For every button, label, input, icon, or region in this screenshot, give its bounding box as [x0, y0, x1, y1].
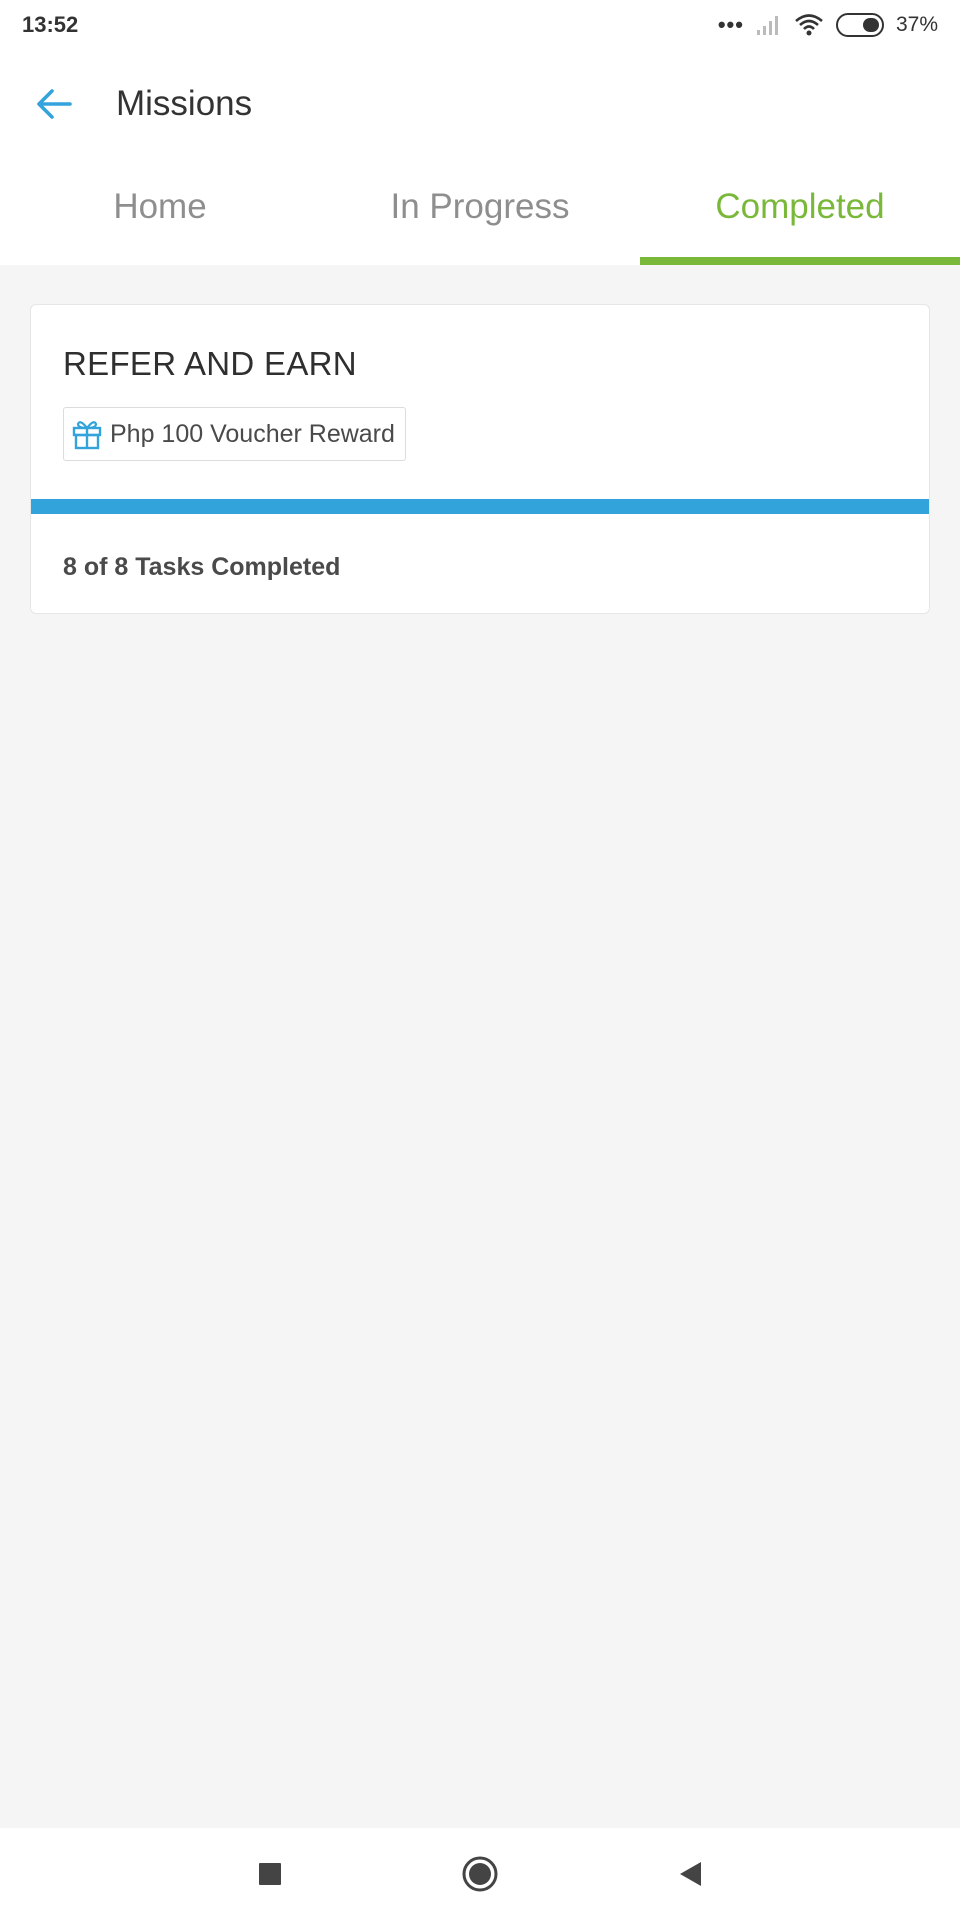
home-button[interactable] — [460, 1854, 500, 1894]
app-bar: Missions — [0, 50, 960, 158]
mission-title: REFER AND EARN — [63, 345, 357, 382]
battery-icon — [835, 13, 884, 37]
tasks-status: 8 of 8 Tasks Completed — [63, 553, 341, 581]
battery-percent: 37% — [895, 13, 938, 36]
tab-in-progress[interactable]: In Progress — [320, 158, 640, 265]
mission-tabs: Home In Progress Completed — [0, 158, 960, 265]
tab-home[interactable]: Home — [0, 158, 320, 265]
progress-fill — [31, 499, 929, 514]
notification-dots-icon: ••• — [717, 12, 744, 37]
circle-icon — [462, 1856, 498, 1892]
tab-completed[interactable]: Completed — [640, 158, 960, 265]
back-button[interactable] — [24, 74, 84, 134]
system-nav-bar — [0, 1828, 960, 1920]
progress-bar — [31, 499, 929, 514]
reward-badge: Php 100 Voucher Reward — [63, 407, 406, 461]
triangle-back-icon — [680, 1862, 701, 1886]
page-title: Missions — [116, 84, 253, 123]
wifi-icon — [795, 14, 823, 36]
status-time: 13:52 — [22, 12, 79, 37]
system-back-button[interactable] — [670, 1854, 710, 1894]
mission-card[interactable]: REFER AND EARN Php 100 Voucher Reward 8 … — [30, 304, 930, 614]
reward-label: Php 100 Voucher Reward — [110, 419, 395, 448]
missions-screen: 13:52 ••• 37% Missions Home In Progress … — [0, 0, 960, 1920]
signal-icon — [756, 16, 778, 35]
arrow-left-icon — [37, 89, 72, 119]
recents-button[interactable] — [250, 1854, 290, 1894]
status-bar: 13:52 ••• 37% — [0, 0, 960, 50]
status-icons: ••• 37% — [718, 13, 938, 37]
square-icon — [259, 1863, 281, 1885]
gift-icon — [72, 421, 102, 450]
